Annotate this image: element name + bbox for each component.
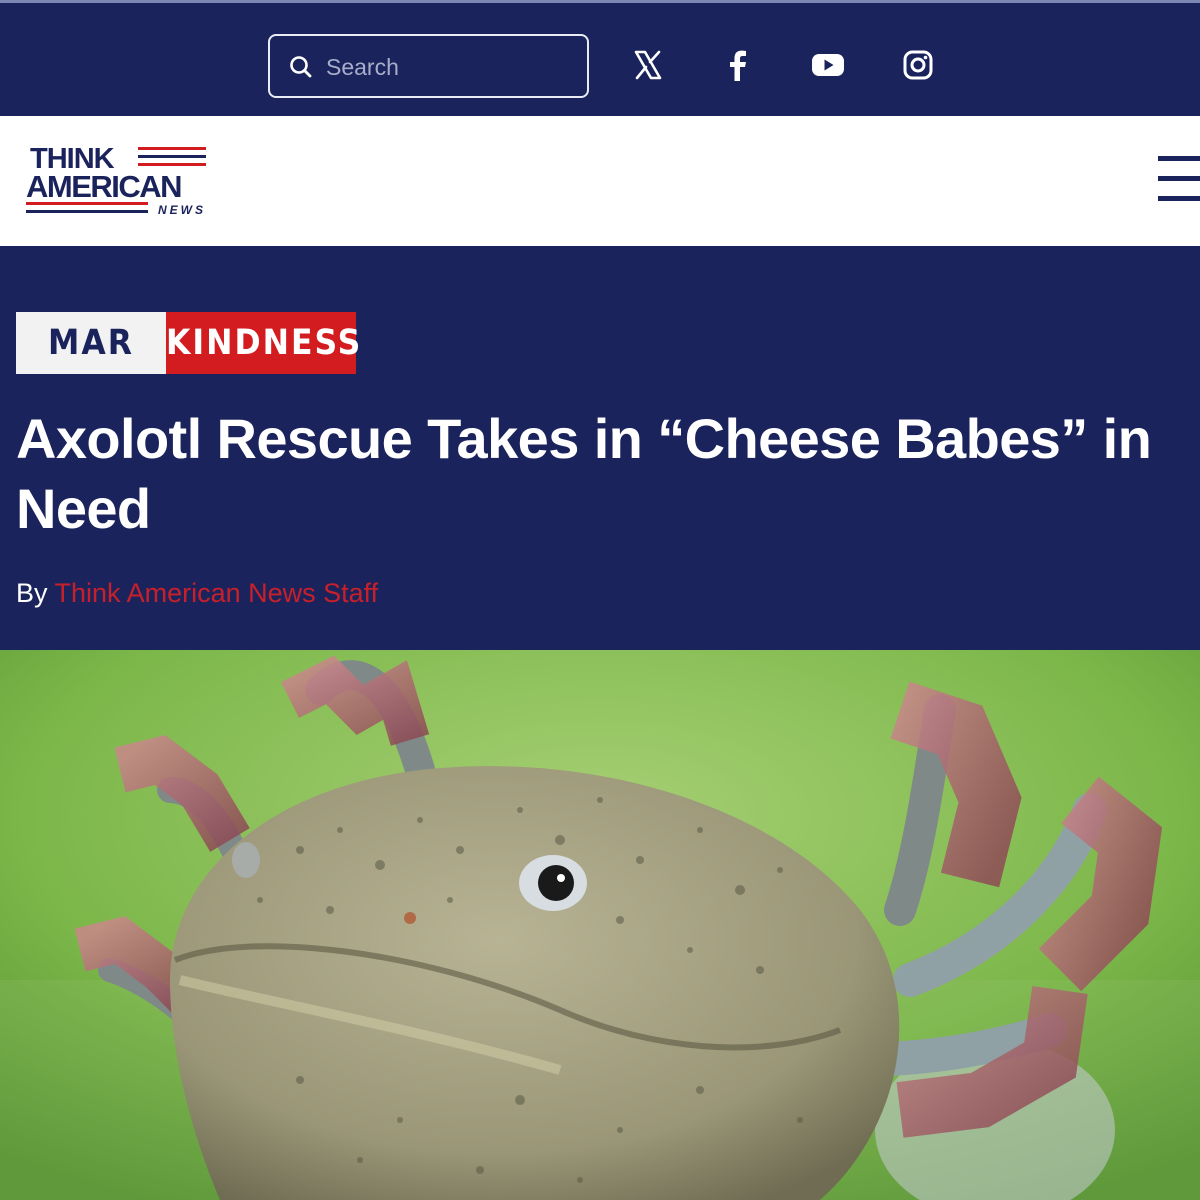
youtube-icon[interactable] xyxy=(810,47,846,83)
logo-stripe xyxy=(26,210,148,213)
logo-stripe xyxy=(26,202,148,205)
x-icon[interactable] xyxy=(630,47,666,83)
site-logo[interactable]: THINK AMERICAN NEWS xyxy=(26,142,210,234)
logo-stripe xyxy=(138,163,206,166)
logo-news-text: NEWS xyxy=(158,203,206,217)
date-tag: MAR 26 xyxy=(16,312,166,425)
article-tags: MAR 26 KINDNESS xyxy=(16,312,360,425)
search-input[interactable] xyxy=(324,46,578,88)
site-header: THINK AMERICAN NEWS xyxy=(0,116,1200,246)
top-bar xyxy=(0,0,1200,116)
byline-prefix: By xyxy=(16,578,48,608)
axolotl-photo xyxy=(0,650,1200,1200)
search-icon xyxy=(290,56,312,78)
hamburger-menu-icon[interactable] xyxy=(1158,156,1200,202)
instagram-icon[interactable] xyxy=(900,47,936,83)
article-title: Axolotl Rescue Takes in “Cheese Babes” i… xyxy=(16,407,1152,540)
logo-stripe xyxy=(138,147,206,150)
byline: By Think American News Staff xyxy=(16,578,378,609)
category-tag[interactable]: KINDNESS xyxy=(166,312,360,374)
logo-stripe xyxy=(138,155,206,158)
facebook-icon[interactable] xyxy=(720,47,756,83)
logo-american-text: AMERICAN xyxy=(26,169,183,204)
author-link[interactable]: Think American News Staff xyxy=(55,578,379,608)
search-box[interactable] xyxy=(268,34,589,98)
